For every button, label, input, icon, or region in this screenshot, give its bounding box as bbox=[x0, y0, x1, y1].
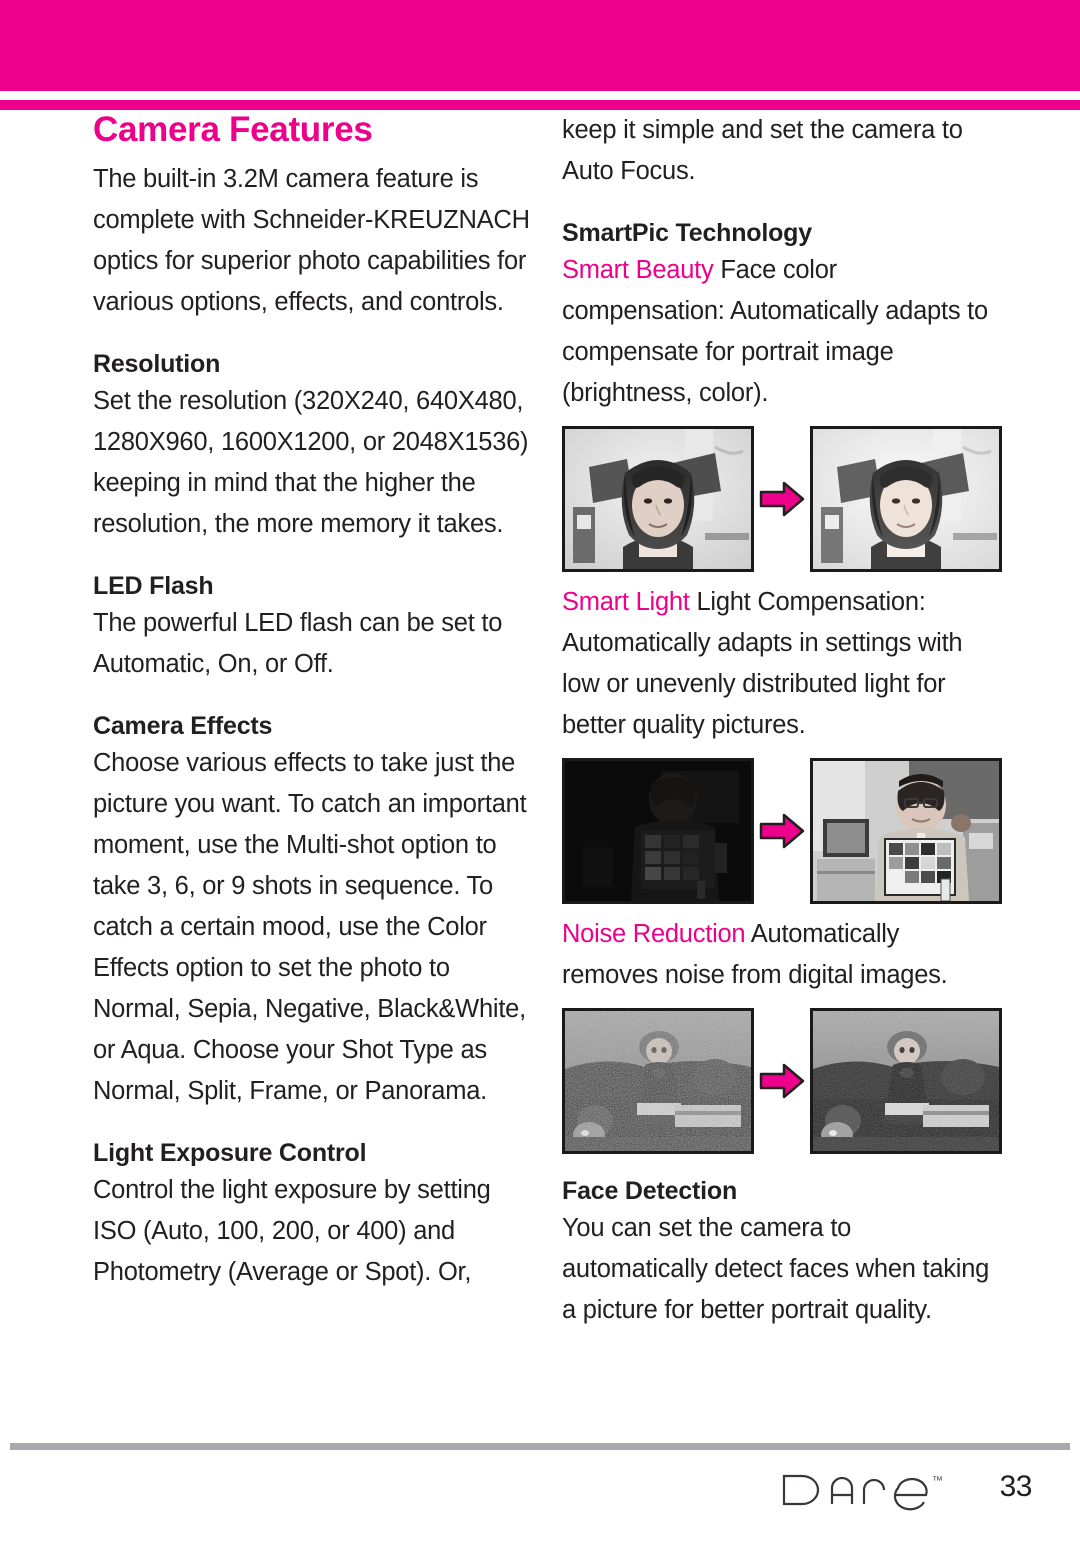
footer-divider bbox=[10, 1443, 1070, 1450]
page-number: 33 bbox=[999, 1470, 1033, 1503]
noise-reduction-comparison bbox=[562, 1008, 1002, 1154]
right-column: keep it simple and set the camera to Aut… bbox=[562, 110, 1002, 1331]
svg-text:™: ™ bbox=[932, 1475, 943, 1487]
section-heading-resolution: Resolution bbox=[93, 350, 221, 379]
section-heading-led-flash: LED Flash bbox=[93, 572, 214, 601]
section-body-light-exposure-control: Control the light exposure by setting IS… bbox=[93, 1176, 491, 1287]
feature-term-smart-beauty: Smart Beauty bbox=[562, 256, 714, 284]
feature-term-smart-light: Smart Light bbox=[562, 588, 690, 616]
lit-photo-after bbox=[810, 758, 1002, 904]
feature-paragraph-noise-reduction: Noise Reduction Automatically removes no… bbox=[562, 914, 1002, 996]
section-body-camera-effects: Choose various effects to take just the … bbox=[93, 749, 527, 1106]
portrait-photo-before bbox=[562, 426, 754, 572]
section-body-led-flash: The powerful LED flash can be set to Aut… bbox=[93, 609, 503, 679]
dark-photo-before bbox=[562, 758, 754, 904]
arrow-right-icon bbox=[759, 813, 805, 849]
section-body-face-detection: You can set the camera to automatically … bbox=[562, 1214, 990, 1324]
intro-paragraph: The built-in 3.2M camera feature is comp… bbox=[93, 165, 530, 317]
page-content: Camera Features The built-in 3.2M camera… bbox=[0, 110, 1080, 1440]
section-heading-light-exposure-control: Light Exposure Control bbox=[93, 1139, 367, 1168]
feature-paragraph-smart-light: Smart Light Light Compensation: Automati… bbox=[562, 582, 1002, 746]
header-magenta-band bbox=[0, 0, 1080, 91]
page-title: Camera Features bbox=[93, 110, 373, 149]
portrait-photo-after bbox=[810, 426, 1002, 572]
feature-term-noise-reduction: Noise Reduction bbox=[562, 920, 746, 948]
section-heading-smartpic-technology: SmartPic Technology bbox=[562, 219, 812, 247]
feature-paragraph-smart-beauty: Smart Beauty Face color compensation: Au… bbox=[562, 250, 1002, 414]
section-heading-camera-effects: Camera Effects bbox=[93, 712, 273, 741]
header-magenta-rule bbox=[0, 100, 1080, 110]
dare-wordmark-icon: ™ bbox=[782, 1474, 943, 1511]
smart-beauty-comparison bbox=[562, 426, 1002, 572]
continuation-paragraph: keep it simple and set the camera to Aut… bbox=[562, 116, 963, 185]
noisy-photo-before bbox=[562, 1008, 754, 1154]
smart-light-comparison bbox=[562, 758, 1002, 904]
section-heading-face-detection: Face Detection bbox=[562, 1177, 738, 1205]
arrow-right-icon bbox=[759, 481, 805, 517]
arrow-right-icon bbox=[759, 1063, 805, 1099]
page-footer: ™ 33 bbox=[0, 1462, 1080, 1532]
denoised-photo-after bbox=[810, 1008, 1002, 1154]
arrow-gap bbox=[754, 1061, 810, 1101]
left-column: Camera Features The built-in 3.2M camera… bbox=[93, 110, 533, 1293]
section-body-resolution: Set the resolution (320X240, 640X480, 12… bbox=[93, 387, 529, 539]
arrow-gap bbox=[754, 811, 810, 851]
brand-logo-dare: ™ bbox=[780, 1468, 960, 1514]
arrow-gap bbox=[754, 479, 810, 519]
